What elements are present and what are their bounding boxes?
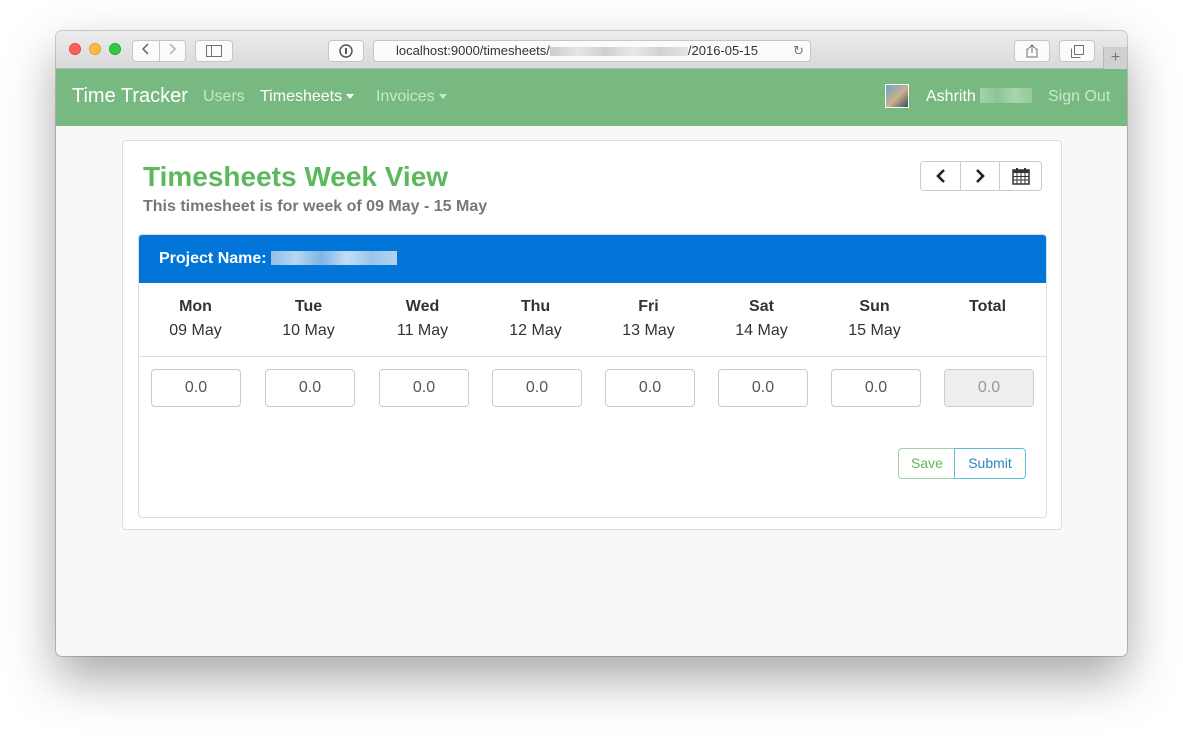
day-header-mon: Mon 09 May xyxy=(139,298,252,340)
week-subtitle: This timesheet is for week of 09 May - 1… xyxy=(143,198,488,215)
day-name: Thu xyxy=(520,298,551,315)
brand-link[interactable]: Time Tracker xyxy=(72,85,188,108)
sign-out-link[interactable]: Sign Out xyxy=(1048,88,1110,106)
submit-button[interactable]: Submit xyxy=(954,448,1026,479)
day-date: 11 May xyxy=(396,322,449,339)
project-card: Project Name: Mon 09 May Tue 10 May Wed 11 … xyxy=(138,234,1047,518)
hours-input-wed[interactable]: 0.0 xyxy=(379,369,469,407)
day-date: 12 May xyxy=(509,322,562,339)
project-label: Project Name: xyxy=(159,250,267,267)
hours-input-fri[interactable]: 0.0 xyxy=(605,369,695,407)
chevron-right-icon xyxy=(169,43,177,55)
prev-week-button[interactable] xyxy=(921,162,960,190)
day-name: Tue xyxy=(294,298,323,315)
chevron-left-icon xyxy=(935,169,945,183)
day-date: 13 May xyxy=(622,322,675,339)
nav-users[interactable]: Users xyxy=(203,88,245,106)
sidebar-icon xyxy=(206,45,222,57)
tabs-icon xyxy=(1070,44,1084,58)
hours-input-sun[interactable]: 0.0 xyxy=(831,369,921,407)
redacted-segment xyxy=(549,47,688,57)
day-header-sun: Sun 15 May xyxy=(818,298,931,340)
day-name: Wed xyxy=(405,298,440,315)
share-button[interactable] xyxy=(1014,40,1050,62)
hours-input-mon[interactable]: 0.0 xyxy=(151,369,241,407)
day-name: Fri xyxy=(638,298,659,315)
close-window-button[interactable] xyxy=(69,43,81,55)
nav-invoices-label: Invoices xyxy=(376,88,435,105)
address-bar[interactable]: localhost:9000/timesheets/ /2016-05-15 ↻ xyxy=(373,40,811,62)
forward-button[interactable] xyxy=(158,41,186,61)
sidebar-toggle-button[interactable] xyxy=(195,40,233,62)
browser-toolbar: localhost:9000/timesheets//2016-05-15 ↻ … xyxy=(56,31,1127,69)
day-header-thu: Thu 12 May xyxy=(479,298,592,340)
user-name: Ashrith xyxy=(926,88,976,105)
day-header-fri: Fri 13 May xyxy=(592,298,705,340)
zoom-window-button[interactable] xyxy=(109,43,121,55)
history-nav xyxy=(132,40,186,62)
caret-down-icon xyxy=(346,94,355,100)
browser-window: localhost:9000/timesheets//2016-05-15 ↻ … xyxy=(56,31,1127,656)
minimize-window-button[interactable] xyxy=(89,43,101,55)
project-header: Project Name: xyxy=(139,235,1046,283)
share-icon xyxy=(1026,44,1038,58)
app-navbar: Time Tracker Users Timesheets Invoices A… xyxy=(56,69,1127,126)
day-name: Sat xyxy=(749,298,774,315)
redacted-project-name xyxy=(270,251,397,265)
calendar-icon xyxy=(1011,168,1030,185)
reload-icon[interactable]: ↻ xyxy=(793,41,804,61)
day-header-wed: Wed 11 May xyxy=(366,298,479,340)
nav-timesheets-label: Timesheets xyxy=(260,88,343,105)
info-icon xyxy=(339,44,353,58)
day-header-sat: Sat 14 May xyxy=(705,298,818,340)
hours-input-sat[interactable]: 0.0 xyxy=(718,369,808,407)
redacted-surname xyxy=(979,88,1032,103)
show-tabs-button[interactable] xyxy=(1059,40,1095,62)
calendar-button[interactable] xyxy=(999,162,1041,190)
nav-timesheets[interactable]: Timesheets xyxy=(260,88,355,106)
url-suffix: /2016-05-15 xyxy=(687,43,759,58)
day-name: Sun xyxy=(859,298,890,315)
day-name: Mon xyxy=(179,298,212,315)
chevron-left-icon xyxy=(141,43,149,55)
page-title: Timesheets Week View xyxy=(143,161,449,192)
nav-invoices[interactable]: Invoices xyxy=(376,88,447,106)
total-hours-field: 0.0 xyxy=(944,369,1034,407)
day-header-tue: Tue 10 May xyxy=(252,298,365,340)
week-nav xyxy=(920,161,1042,191)
caret-down-icon xyxy=(438,94,447,100)
new-tab-button[interactable]: + xyxy=(1103,47,1127,69)
save-button[interactable]: Save xyxy=(898,448,955,479)
day-date: 14 May xyxy=(735,322,788,339)
timesheet-panel: Timesheets Week View This timesheet is f… xyxy=(122,140,1062,530)
day-date: 10 May xyxy=(282,322,335,339)
reader-button[interactable] xyxy=(328,40,364,62)
next-week-button[interactable] xyxy=(960,162,999,190)
hours-input-tue[interactable]: 0.0 xyxy=(265,369,355,407)
chevron-right-icon xyxy=(976,169,985,183)
day-date: 09 May xyxy=(169,322,222,339)
back-button[interactable] xyxy=(133,41,159,61)
total-header: Total xyxy=(931,298,1044,322)
user-menu[interactable]: Ashrith xyxy=(926,88,1032,106)
avatar[interactable] xyxy=(885,84,909,108)
hours-input-thu[interactable]: 0.0 xyxy=(492,369,582,407)
divider xyxy=(139,356,1046,357)
total-label: Total xyxy=(968,298,1007,315)
day-date: 15 May xyxy=(848,322,901,339)
url-prefix: localhost:9000/timesheets/ xyxy=(395,43,550,58)
